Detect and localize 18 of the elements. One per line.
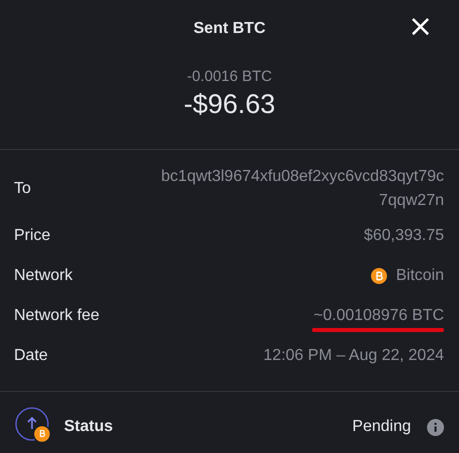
fiat-amount: -$96.63 [184, 89, 276, 120]
detail-label: Network [14, 267, 73, 285]
detail-label: Price [14, 227, 50, 245]
info-icon[interactable] [427, 418, 444, 436]
detail-label: Date [14, 347, 48, 365]
detail-value: 12:06 PM – Aug 22, 2024 [263, 347, 444, 365]
detail-value: ~0.00108976 BTC [314, 307, 444, 325]
detail-value: Bitcoin [396, 267, 444, 285]
bitcoin-coin-icon [370, 268, 387, 284]
status-label: Status [64, 418, 114, 436]
detail-value: bc1qwt3l9674xfu08ef2xyc6vcd83qyt79c7qqw27n [160, 167, 444, 211]
detail-label: Network fee [14, 307, 100, 325]
crypto-amount: -0.0016 BTC [186, 68, 272, 85]
close-button[interactable]: × [404, 12, 437, 42]
screen-title: Sent BTC [194, 20, 266, 38]
status-value: Pending [352, 418, 411, 436]
detail-label: To [14, 180, 31, 198]
detail-value: $60,393.75 [364, 227, 444, 245]
